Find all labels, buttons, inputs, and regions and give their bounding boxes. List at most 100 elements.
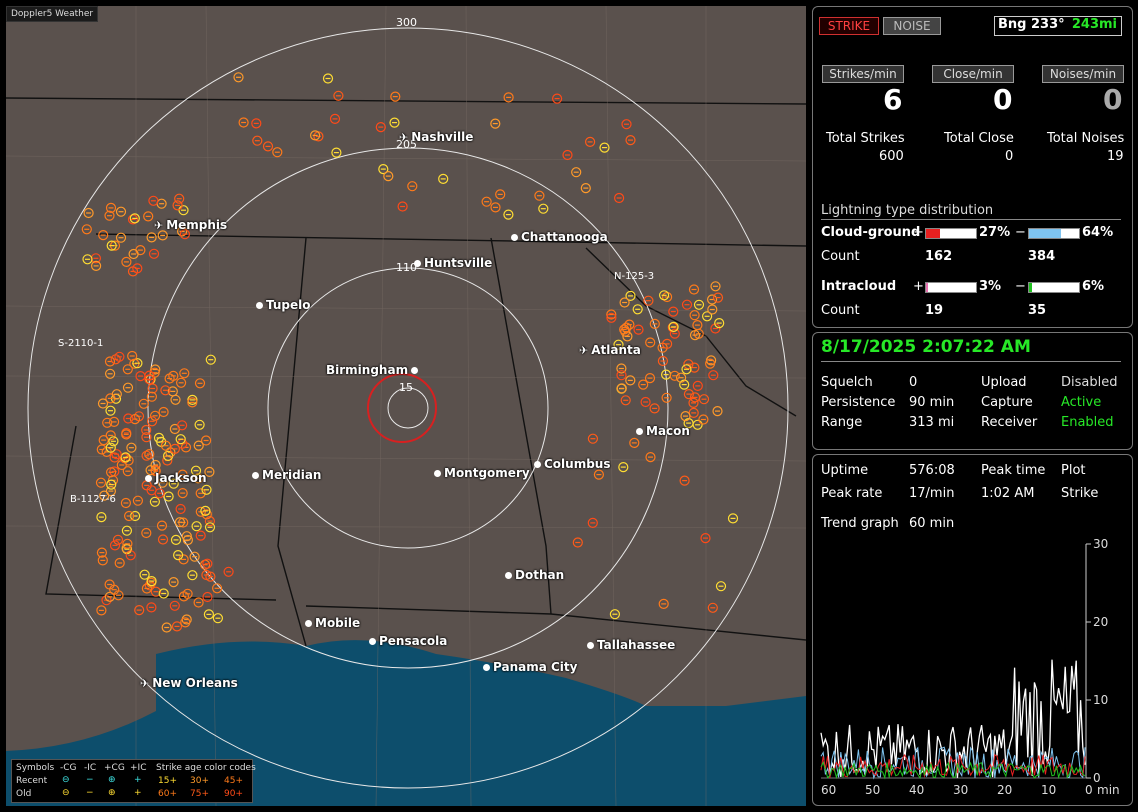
cg-minus-percent: 64% xyxy=(1082,225,1114,240)
legend-old: Old xyxy=(16,789,32,799)
city-label: Columbus xyxy=(544,457,611,471)
city-dot xyxy=(483,664,490,671)
city-label: Jackson xyxy=(155,471,207,485)
legend-age-title: Strike age color codes xyxy=(156,763,256,773)
city-memphis: ✈ Memphis xyxy=(154,218,227,232)
total-close-value: 0 xyxy=(1005,149,1014,164)
peak-time-label: Peak time xyxy=(981,463,1046,478)
cg-minus-sign: − xyxy=(1015,225,1026,240)
city-dot xyxy=(434,470,441,477)
status-value-2-3: Enabled xyxy=(1061,415,1114,430)
cg-plus-count: 162 xyxy=(925,249,953,264)
city-dothan: Dothan xyxy=(505,568,564,582)
plot-value[interactable]: Strike xyxy=(1061,486,1098,501)
city-dot xyxy=(305,620,312,627)
ic-minus-count: 35 xyxy=(1028,303,1047,318)
strike-button[interactable]: STRIKE xyxy=(819,17,879,35)
status-value-0-1: 0 xyxy=(909,375,918,390)
airport-icon: ✈ xyxy=(579,344,589,357)
status-label-2-0: Range xyxy=(821,415,863,430)
cg-minus-fill xyxy=(1029,229,1061,238)
ic-plus-percent: 3% xyxy=(979,279,1002,294)
status-divider xyxy=(821,361,1121,362)
cg-count-label: Count xyxy=(821,249,860,264)
status-label-0-2: Upload xyxy=(981,375,1027,390)
airport-icon: ✈ xyxy=(399,131,409,144)
total-strikes-label: Total Strikes xyxy=(826,131,905,146)
distribution-divider xyxy=(821,219,1121,220)
x-tick-label: 40 xyxy=(909,783,924,797)
noise-tag-b: B-1127-6 xyxy=(70,494,116,505)
app-brand: Doppler5 Weather xyxy=(6,6,99,22)
noise-button[interactable]: NOISE xyxy=(883,17,941,35)
status-label-1-0: Persistence xyxy=(821,395,896,410)
city-label: Pensacola xyxy=(379,634,448,648)
x-tick-label: 30 xyxy=(953,783,968,797)
legend-recent-pos-ic-icon: + xyxy=(134,775,142,785)
city-huntsville: Huntsville xyxy=(414,256,492,270)
ic-minus-bar xyxy=(1028,282,1080,293)
legend-pos-ic: +IC xyxy=(130,763,147,773)
city-columbus: Columbus xyxy=(534,457,611,471)
bearing-readout: Bng 233° 243mi xyxy=(994,16,1122,36)
city-dot xyxy=(369,638,376,645)
city-tallahassee: Tallahassee xyxy=(587,638,675,652)
city-label: Memphis xyxy=(166,218,228,232)
close-per-min-button[interactable]: Close/min xyxy=(932,65,1014,83)
city-label: Mobile xyxy=(315,616,361,630)
trend-graph-label: Trend graph xyxy=(821,516,899,531)
x-unit-label: min xyxy=(1097,783,1120,797)
status-label-0-0: Squelch xyxy=(821,375,873,390)
city-meridian: Meridian xyxy=(252,468,321,482)
city-label: Nashville xyxy=(411,130,474,144)
city-dot xyxy=(145,475,152,482)
city-macon: Macon xyxy=(636,424,690,438)
city-dot xyxy=(636,428,643,435)
cg-plus-bar xyxy=(925,228,977,239)
strikes-per-min-value: 6 xyxy=(883,83,903,116)
legend-age-45: 45+ xyxy=(224,776,243,786)
city-label: Macon xyxy=(646,424,690,438)
city-montgomery: Montgomery xyxy=(434,466,530,480)
x-tick-label: 20 xyxy=(997,783,1012,797)
strikes-per-min-button[interactable]: Strikes/min xyxy=(822,65,904,83)
ic-count-label: Count xyxy=(821,303,860,318)
plot-label: Plot xyxy=(1061,463,1086,478)
total-noises-label: Total Noises xyxy=(1047,131,1125,146)
legend-recent-neg-ic-icon: − xyxy=(86,775,94,785)
legend-recent: Recent xyxy=(16,776,48,786)
airport-icon: ✈ xyxy=(140,677,150,690)
y-tick-label: 20 xyxy=(1093,615,1108,629)
status-value-0-3: Disabled xyxy=(1061,375,1118,390)
city-tupelo: Tupelo xyxy=(256,298,311,312)
lightning-map[interactable]: Doppler5 Weather 300 205 110 15 N-125-3 … xyxy=(6,6,806,806)
current-datetime: 8/17/2025 2:07:22 AM xyxy=(821,337,1031,357)
legend-symbols: Symbols xyxy=(16,763,55,773)
total-noises-value: 19 xyxy=(1107,149,1124,164)
ic-minus-fill xyxy=(1029,283,1032,292)
city-dot xyxy=(505,572,512,579)
x-tick-label: 50 xyxy=(865,783,880,797)
city-label: Tupelo xyxy=(266,298,311,312)
noises-per-min-button[interactable]: Noises/min xyxy=(1042,65,1124,83)
status-value-1-1: 90 min xyxy=(909,395,955,410)
trend-graph: 302010060 50 40 30 20 10 0 min xyxy=(820,537,1120,797)
ic-plus-sign: + xyxy=(913,279,924,294)
trend-panel: Uptime 576:08 Peak time Plot Peak rate 1… xyxy=(812,454,1133,806)
uptime-value: 576:08 xyxy=(909,463,955,478)
city-label: Birmingham xyxy=(326,363,409,377)
distribution-title: Lightning type distribution xyxy=(821,203,994,218)
city-new-orleans: ✈ New Orleans xyxy=(140,676,238,690)
ring-label-15: 15 xyxy=(399,381,413,394)
status-label-2-2: Receiver xyxy=(981,415,1038,430)
legend-recent-neg-cg-icon: ⊖ xyxy=(62,775,70,785)
ic-plus-count: 19 xyxy=(925,303,944,318)
city-pensacola: Pensacola xyxy=(369,634,447,648)
x-tick-label: 60 xyxy=(821,783,836,797)
y-tick-label: 10 xyxy=(1093,693,1108,707)
city-dot xyxy=(252,472,259,479)
legend-old-pos-cg-icon: ⊕ xyxy=(108,788,116,798)
city-chattanooga: Chattanooga xyxy=(511,230,608,244)
cg-minus-bar xyxy=(1028,228,1080,239)
legend-old-neg-ic-icon: − xyxy=(86,788,94,798)
